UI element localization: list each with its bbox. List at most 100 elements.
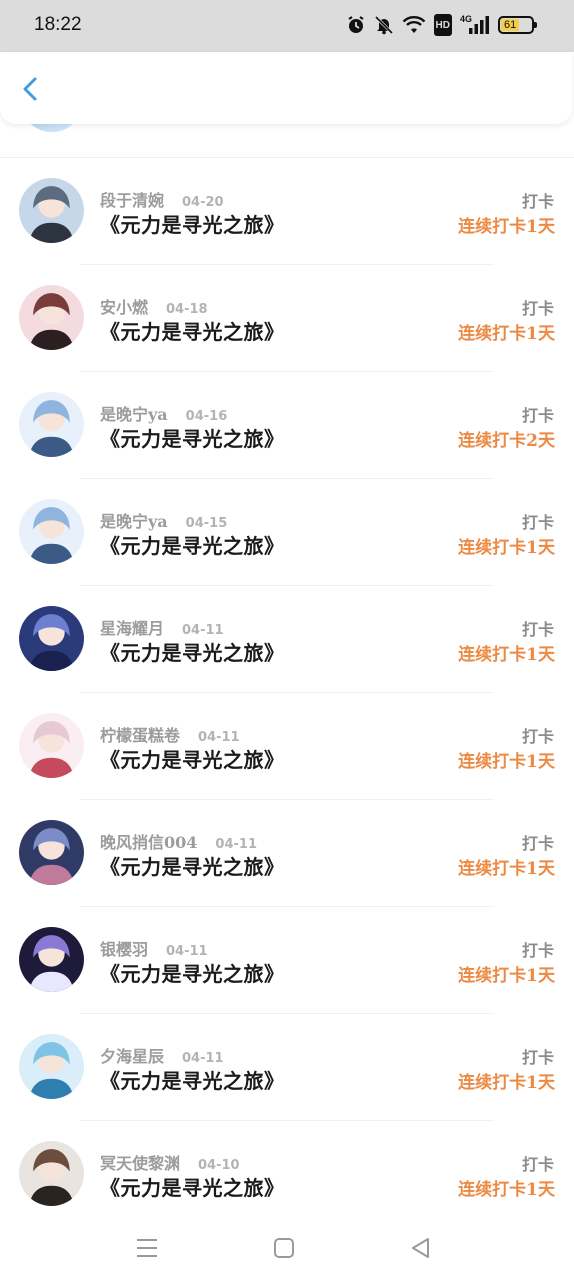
streak-badge: 连续打卡1天 — [458, 324, 555, 344]
user-name[interactable]: 冥天使黎渊 — [100, 1150, 180, 1174]
streak-badge: 连续打卡1天 — [458, 1180, 555, 1200]
list-item[interactable]: 段于清婉 04-20 《元力是寻光之旅》 打卡 连续打卡1天 — [0, 158, 574, 265]
checkin-label: 打卡 — [521, 941, 554, 960]
checkin-label: 打卡 — [521, 834, 554, 853]
streak-badge: 连续打卡1天 — [458, 217, 555, 237]
post-date: 04-20 — [182, 195, 224, 210]
post-date: 04-11 — [182, 623, 224, 638]
checkin-label: 打卡 — [521, 620, 554, 639]
streak-badge: 连续打卡1天 — [458, 752, 555, 772]
checkin-label: 打卡 — [521, 1048, 554, 1067]
wifi-icon — [402, 14, 426, 36]
menu-button[interactable] — [133, 1234, 161, 1262]
streak-badge: 连续打卡2天 — [458, 431, 555, 451]
avatar[interactable] — [19, 1141, 84, 1206]
user-name[interactable]: 是晚宁ya — [100, 508, 168, 532]
back-triangle-icon — [412, 1238, 429, 1258]
user-name[interactable]: 银樱羽 — [100, 936, 148, 960]
item-meta: 银樱羽 04-11 — [100, 936, 208, 960]
home-square-icon — [274, 1238, 294, 1258]
book-title[interactable]: 《元力是寻光之旅》 — [100, 530, 285, 559]
streak-badge: 连续打卡1天 — [458, 859, 555, 879]
book-title[interactable]: 《元力是寻光之旅》 — [100, 851, 285, 880]
item-meta: 柠檬蛋糕卷 04-11 — [100, 722, 240, 746]
post-date: 04-11 — [215, 837, 257, 852]
list-item[interactable]: 安小燃 04-18 《元力是寻光之旅》 打卡 连续打卡1天 — [0, 265, 574, 372]
battery-icon: 61 — [498, 16, 537, 34]
post-date: 04-10 — [198, 1158, 240, 1173]
avatar[interactable] — [19, 499, 84, 564]
book-title[interactable]: 《元力是寻光之旅》 — [100, 1065, 285, 1094]
post-date: 04-11 — [166, 944, 208, 959]
avatar — [20, 124, 84, 132]
post-date: 04-15 — [185, 516, 228, 531]
avatar[interactable] — [19, 285, 84, 350]
list-item[interactable]: 是晚宁ya 04-16 《元力是寻光之旅》 打卡 连续打卡2天 — [0, 372, 574, 479]
checkin-label: 打卡 — [521, 192, 554, 211]
chevron-left-icon — [23, 77, 37, 101]
list-item[interactable]: 柠檬蛋糕卷 04-11 《元力是寻光之旅》 打卡 连续打卡1天 — [0, 693, 574, 800]
list-item[interactable]: 冥天使黎渊 04-10 《元力是寻光之旅》 打卡 连续打卡1天 — [0, 1121, 574, 1220]
page-header — [0, 52, 572, 124]
menu-icon — [137, 1239, 157, 1257]
item-meta: 夕海星辰 04-11 — [100, 1043, 224, 1067]
user-name[interactable]: 柠檬蛋糕卷 — [100, 722, 180, 746]
avatar[interactable] — [19, 178, 84, 243]
book-title[interactable]: 《元力是寻光之旅》 — [100, 316, 285, 345]
status-time: 18:22 — [34, 14, 82, 35]
streak-badge: 连续打卡1天 — [458, 645, 555, 665]
network-label: 4G — [459, 14, 472, 24]
item-meta: 安小燃 04-18 — [100, 294, 208, 318]
avatar[interactable] — [19, 713, 84, 778]
user-name[interactable]: 段于清婉 — [100, 187, 164, 211]
post-date: 04-11 — [198, 730, 240, 745]
item-meta: 冥天使黎渊 04-10 — [100, 1150, 240, 1174]
list-item[interactable]: 银樱羽 04-11 《元力是寻光之旅》 打卡 连续打卡1天 — [0, 907, 574, 1014]
user-name[interactable]: 是晚宁ya — [100, 401, 168, 425]
back-nav-button[interactable] — [407, 1234, 435, 1262]
checkin-label: 打卡 — [521, 727, 554, 746]
list-item[interactable]: 夕海星辰 04-11 《元力是寻光之旅》 打卡 连续打卡1天 — [0, 1014, 574, 1121]
alarm-icon — [346, 14, 366, 36]
item-meta: 段于清婉 04-20 — [100, 187, 224, 211]
item-meta: 是晚宁ya 04-16 — [100, 401, 227, 425]
book-title[interactable]: 《元力是寻光之旅》 — [100, 423, 285, 452]
book-title[interactable]: 《元力是寻光之旅》 — [100, 744, 285, 773]
item-meta: 是晚宁ya 04-15 — [100, 508, 227, 532]
checkin-label: 打卡 — [521, 1155, 554, 1174]
streak-badge: 连续打卡1天 — [458, 966, 555, 986]
post-date: 04-16 — [185, 409, 228, 424]
avatar[interactable] — [19, 392, 84, 457]
signal-icon: 4G — [460, 14, 490, 36]
avatar[interactable] — [19, 1034, 84, 1099]
avatar[interactable] — [19, 820, 84, 885]
home-button[interactable] — [270, 1234, 298, 1262]
back-button[interactable] — [16, 74, 46, 104]
checkin-list: 段于清婉 04-20 《元力是寻光之旅》 打卡 连续打卡1天 安小燃 04-18… — [0, 124, 574, 1220]
user-name[interactable]: 星海耀月 — [100, 615, 164, 639]
post-date: 04-11 — [182, 1051, 224, 1066]
checkin-label: 打卡 — [521, 513, 554, 532]
book-title[interactable]: 《元力是寻光之旅》 — [100, 637, 285, 666]
user-name[interactable]: 夕海星辰 — [100, 1043, 164, 1067]
user-name[interactable]: 晚风捎信004 — [100, 829, 197, 853]
user-name[interactable]: 安小燃 — [100, 294, 148, 318]
book-title[interactable]: 《元力是寻光之旅》 — [100, 209, 285, 238]
book-title[interactable]: 《元力是寻光之旅》 — [100, 1172, 285, 1201]
status-icons: HD 4G 61 — [346, 14, 537, 36]
item-meta: 星海耀月 04-11 — [100, 615, 224, 639]
battery-level: 61 — [501, 19, 520, 31]
list-item[interactable]: 星海耀月 04-11 《元力是寻光之旅》 打卡 连续打卡1天 — [0, 586, 574, 693]
streak-badge: 连续打卡1天 — [458, 538, 555, 558]
list-item[interactable]: 晚风捎信004 04-11 《元力是寻光之旅》 打卡 连续打卡1天 — [0, 800, 574, 907]
status-bar: 18:22 HD 4G 61 — [0, 0, 574, 52]
book-title[interactable]: 《元力是寻光之旅》 — [100, 958, 285, 987]
mute-bell-icon — [374, 14, 394, 36]
list-item[interactable]: 是晚宁ya 04-15 《元力是寻光之旅》 打卡 连续打卡1天 — [0, 479, 574, 586]
hd-icon: HD — [433, 14, 452, 36]
avatar[interactable] — [19, 606, 84, 671]
system-nav-bar — [0, 1220, 574, 1280]
avatar[interactable] — [19, 927, 84, 992]
checkin-label: 打卡 — [521, 299, 554, 318]
streak-badge: 连续打卡1天 — [458, 1073, 555, 1093]
